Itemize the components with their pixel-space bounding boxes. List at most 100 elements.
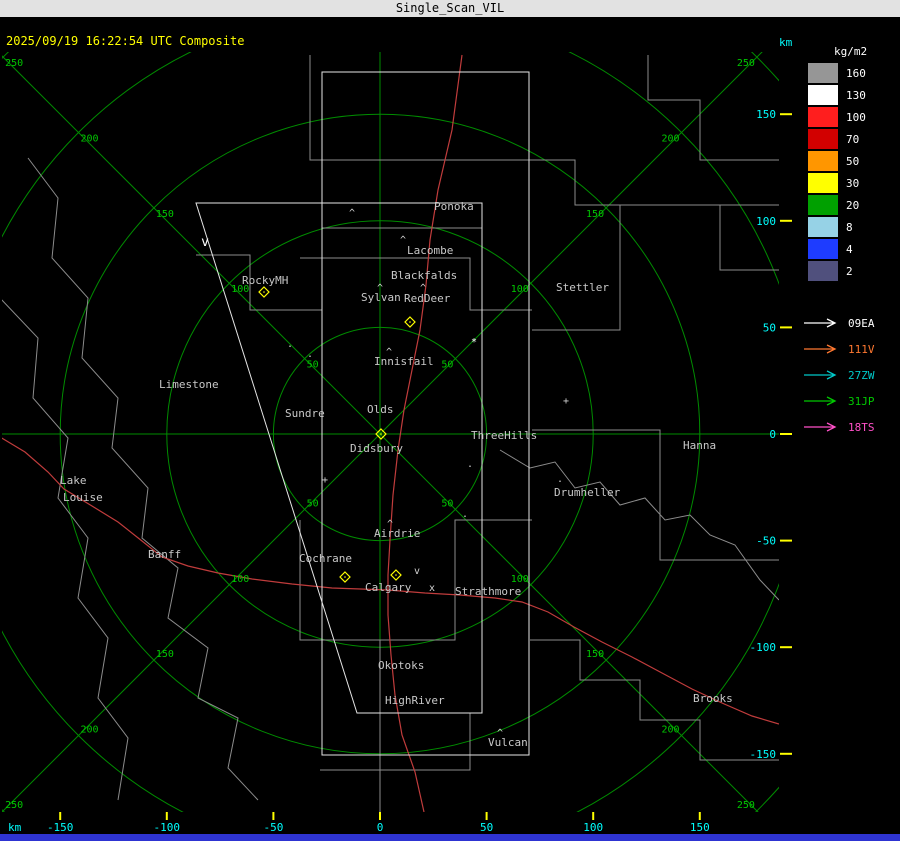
range-label: 150: [156, 649, 174, 660]
colorbar-swatch: [808, 85, 838, 105]
bottom-axis-tick-label: 100: [583, 821, 603, 834]
range-label: 200: [661, 725, 679, 736]
city-label: RedDeer: [404, 292, 451, 305]
colorbar-label: 130: [846, 88, 866, 102]
county-boundary: [299, 520, 381, 713]
colorbar-label: 50: [846, 154, 860, 168]
colorbar-label: 100: [846, 110, 866, 124]
radar-arrow-icon: [804, 422, 837, 432]
bottom-axis-tick-label: -150: [47, 821, 74, 834]
city-label: Louise: [63, 491, 103, 504]
city-label: Cochrane: [299, 552, 352, 565]
colorbar-entry: 50: [800, 150, 900, 172]
bottom-axis-tick-label: 150: [690, 821, 710, 834]
radar-id: 31JP: [848, 394, 875, 408]
colorbar-swatch: [808, 261, 838, 281]
map-marker: ^: [387, 519, 393, 530]
range-label: 150: [586, 209, 604, 220]
county-boundary: [530, 639, 779, 761]
right-axis-tick-label: 50: [763, 321, 776, 334]
colorbar-unit: kg/m2: [834, 45, 868, 58]
radar-arrow-icon: [804, 318, 837, 328]
radar-arrow-icon: [804, 396, 837, 406]
right-axis-tick-label: 100: [756, 215, 776, 228]
county-boundary: [499, 449, 779, 601]
map-marker: +: [322, 475, 328, 486]
colorbar-swatch: [808, 239, 838, 259]
colorbar-entry: 160: [800, 62, 900, 84]
legend-sidebar: kg/m2 160 130 100 70 50 30 20 8 4 2 09EA 111V 27ZW 3…: [800, 45, 900, 440]
city-label: Drumheller: [554, 486, 621, 499]
azimuth-spoke: [2, 433, 381, 812]
colorbar-entry: 2: [800, 260, 900, 282]
city-label: Lacombe: [407, 244, 453, 257]
map-marker: ^: [400, 235, 406, 246]
county-boundary: [320, 713, 471, 771]
colorbar-entry: 70: [800, 128, 900, 150]
colorbar-entry: 130: [800, 84, 900, 106]
range-ring: [2, 52, 779, 812]
map-marker: ^: [497, 728, 503, 739]
county-boundary: [2, 299, 129, 801]
range-label: 100: [511, 574, 529, 585]
colorbar-label: 30: [846, 176, 860, 190]
colorbar-entry: 30: [800, 172, 900, 194]
map-marker: ^: [349, 208, 355, 219]
map-marker: v: [201, 235, 209, 250]
colorbar-swatch: [808, 63, 838, 83]
range-label: 100: [231, 574, 249, 585]
city-label: Airdrie: [374, 527, 420, 540]
city-label: Okotoks: [378, 659, 424, 672]
colorbar-label: 70: [846, 132, 860, 146]
radar-map[interactable]: 5010015020025050100150200250501001502002…: [0, 0, 900, 841]
county-boundary: [532, 205, 621, 331]
radar-site-dot: [263, 291, 265, 293]
radar-id: 18TS: [848, 420, 875, 434]
colorbar-entry: 20: [800, 194, 900, 216]
city-label: Sundre: [285, 407, 325, 420]
radar-site-dot: [409, 321, 411, 323]
range-label: 250: [737, 58, 755, 69]
city-label: Innisfail: [374, 355, 434, 368]
map-marker: ^: [377, 283, 383, 294]
colorbar-label: 20: [846, 198, 860, 212]
city-label: Calgary: [365, 581, 412, 594]
bottom-scrollbar[interactable]: [0, 834, 900, 841]
right-axis-tick-label: -150: [750, 748, 777, 761]
colorbar-label: 2: [846, 264, 853, 278]
map-marker: x: [429, 583, 435, 594]
range-label: 150: [156, 209, 174, 220]
range-label: 50: [307, 498, 319, 509]
window-title: Single_Scan_VIL: [395, 1, 505, 15]
map-marker: .: [467, 459, 473, 470]
county-boundary: [309, 55, 530, 161]
city-label: Banff: [148, 548, 181, 561]
city-label: Brooks: [693, 692, 733, 705]
bottom-axis-tick-label: -100: [154, 821, 181, 834]
colorbar-entries: 160 130 100 70 50 30 20 8 4 2: [800, 62, 900, 282]
colorbar-swatch: [808, 217, 838, 237]
map-marker: .: [557, 474, 563, 485]
bottom-axis-tick-label: 50: [480, 821, 493, 834]
radar-id: 111V: [848, 342, 875, 356]
colorbar-swatch: [808, 173, 838, 193]
range-label: 50: [307, 360, 319, 371]
city-label: Strathmore: [455, 585, 521, 598]
window-title-bar: Single_Scan_VIL: [0, 0, 900, 17]
radar-site-dot: [344, 576, 346, 578]
radar-legend-entry: 27ZW: [800, 362, 900, 388]
radar-site-dot: [380, 433, 382, 435]
right-axis-unit: km: [779, 36, 793, 49]
right-axis-tick-label: -100: [750, 641, 777, 654]
city-label: Stettler: [556, 281, 609, 294]
right-axis-tick-label: -50: [756, 535, 776, 548]
radar-id: 27ZW: [848, 368, 875, 382]
city-label: Ponoka: [434, 200, 474, 213]
map-marker: .: [307, 349, 313, 360]
radar-app-window: 50 100 150 200 250 50 100 150 200 250 50 100 150 200 2…: [0, 0, 900, 841]
highway: [2, 437, 389, 591]
colorbar-entry: 100: [800, 106, 900, 128]
colorbar-entry: 8: [800, 216, 900, 238]
range-label: 250: [5, 58, 23, 69]
map-marker: ^: [386, 347, 392, 358]
